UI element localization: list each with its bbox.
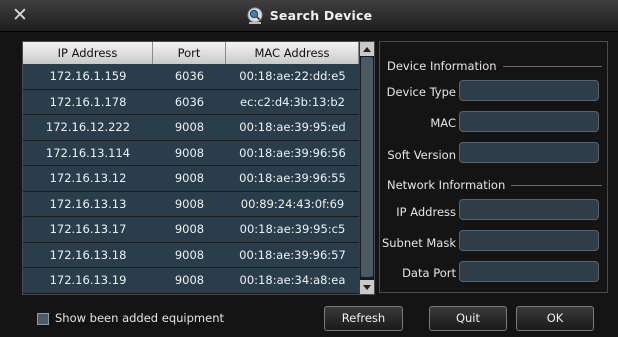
mac-cell: 00:18:ae:39:95:c5	[239, 222, 346, 236]
port-cell: 9008	[174, 171, 205, 185]
mac-cell: 00:18:ae:39:96:57	[239, 247, 346, 262]
data-port-label: Data Port	[402, 266, 456, 280]
mac-cell: 00:18:ae:39:96:56	[239, 145, 346, 160]
table-row[interactable]: 172.16.13.13 9008 00:89:24:43:0f:69	[23, 191, 359, 217]
port-cell: 9008	[174, 273, 205, 287]
scroll-thumb[interactable]	[361, 57, 373, 277]
ip-cell: 172.16.13.18	[49, 247, 127, 262]
port-cell: 6036	[174, 69, 205, 83]
table-row[interactable]: 172.16.13.17 9008 00:18:ae:39:95:c5	[23, 217, 359, 243]
table-row[interactable]: 172.16.12.222 9008 00:18:ae:39:95:ed	[23, 115, 359, 141]
mac-cell: 00:18:ae:22:dd:e5	[239, 69, 346, 83]
divider	[511, 184, 602, 186]
mac-cell: 00:18:ae:39:96:55	[239, 171, 346, 185]
port-cell: 9008	[174, 145, 205, 160]
refresh-button[interactable]: Refresh	[324, 306, 403, 331]
port-cell: 6036	[174, 94, 205, 109]
port-cell: 9008	[174, 120, 205, 134]
device-type-label: Device Type	[386, 85, 456, 99]
ip-cell: 172.16.1.178	[49, 94, 127, 109]
divider	[502, 65, 602, 67]
ip-cell: 172.16.13.19	[49, 273, 127, 287]
device-information-group: Device Information	[387, 59, 602, 73]
scroll-up-button[interactable]	[360, 42, 374, 56]
ok-button[interactable]: OK	[516, 306, 594, 331]
table-row[interactable]: 172.16.13.18 9008 00:18:ae:39:96:57	[23, 242, 359, 268]
subnet-mask-label: Subnet Mask	[381, 236, 456, 250]
port-cell: 9008	[174, 196, 205, 211]
column-header-ip[interactable]: IP Address	[23, 42, 153, 64]
mac-field[interactable]	[459, 111, 599, 132]
search-device-icon	[247, 7, 263, 24]
ip-cell: 172.16.12.222	[45, 120, 131, 134]
column-header-mac[interactable]: MAC Address	[226, 42, 359, 64]
soft-version-label: Soft Version	[387, 148, 456, 162]
device-list: IP Address Port Number MAC Address 172.1…	[22, 41, 375, 295]
table-row[interactable]: 172.16.1.178 6036 ec:c2:d4:3b:13:b2	[23, 89, 359, 115]
ip-cell: 172.16.13.114	[45, 145, 131, 160]
table-row[interactable]: 172.16.13.12 9008 00:18:ae:39:96:55	[23, 166, 359, 192]
info-panel: Device Information Device Type MAC Soft …	[379, 41, 608, 293]
port-cell: 9008	[174, 247, 205, 262]
title-bar: ✕ Search Device	[0, 0, 618, 32]
table-row[interactable]: 172.16.1.159 6036 00:18:ae:22:dd:e5	[23, 64, 359, 90]
ip-cell: 172.16.13.12	[49, 171, 127, 185]
mac-cell: 00:18:ae:34:a8:ea	[239, 273, 346, 287]
mac-cell: ec:c2:d4:3b:13:b2	[240, 94, 345, 109]
title-wrap: Search Device	[0, 0, 618, 31]
scroll-down-button[interactable]	[360, 280, 374, 294]
device-information-title: Device Information	[387, 59, 497, 73]
table-row[interactable]: 172.16.13.19 9008 00:18:ae:34:a8:ea	[23, 268, 359, 294]
show-added-checkbox[interactable]	[37, 313, 49, 325]
network-information-group: Network Information	[387, 178, 602, 192]
device-type-field[interactable]	[459, 80, 599, 101]
quit-button[interactable]: Quit	[429, 306, 507, 331]
subnet-mask-field[interactable]	[459, 230, 599, 251]
table-row[interactable]: 172.16.13.114 9008 00:18:ae:39:96:56	[23, 140, 359, 166]
mac-label: MAC	[430, 116, 456, 130]
network-information-title: Network Information	[387, 178, 506, 192]
ip-address-label: IP Address	[396, 205, 456, 219]
device-list-header: IP Address Port Number MAC Address	[23, 42, 359, 82]
ip-address-field[interactable]	[459, 199, 599, 220]
arrow-up-icon	[363, 46, 371, 52]
mac-cell: 00:89:24:43:0f:69	[240, 196, 345, 211]
soft-version-field[interactable]	[459, 142, 599, 163]
data-port-field[interactable]	[459, 261, 599, 282]
ip-cell: 172.16.13.13	[49, 196, 127, 211]
arrow-down-icon	[363, 284, 371, 290]
vertical-scrollbar[interactable]	[359, 42, 374, 294]
port-cell: 9008	[174, 222, 205, 236]
ip-cell: 172.16.1.159	[49, 69, 127, 83]
show-added-label[interactable]: Show been added equipment	[55, 311, 224, 325]
window-title: Search Device	[269, 8, 373, 23]
column-header-port[interactable]: Port Number	[153, 42, 226, 82]
mac-cell: 00:18:ae:39:95:ed	[239, 120, 346, 134]
ip-cell: 172.16.13.17	[49, 222, 127, 236]
device-list-body: 172.16.1.159 6036 00:18:ae:22:dd:e5 172.…	[23, 64, 359, 294]
